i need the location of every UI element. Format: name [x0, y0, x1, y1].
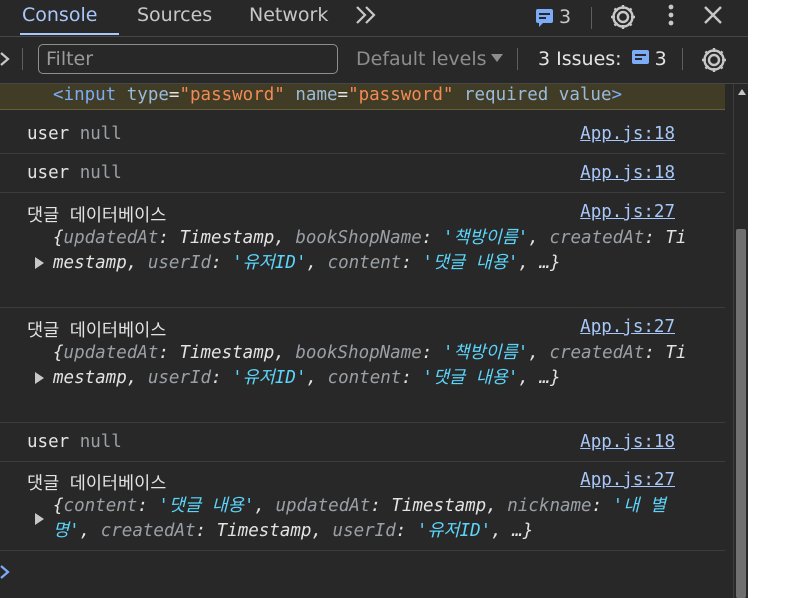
- property-key: userId: [147, 368, 212, 388]
- property-key: nickname: [507, 496, 592, 516]
- log-text: 댓글 데이터베이스: [27, 474, 167, 494]
- scrollbar-thumb[interactable]: [736, 229, 746, 598]
- property-value: '유저ID': [232, 368, 307, 388]
- tab-sources[interactable]: Sources: [137, 0, 212, 33]
- console-output: <input type="password" name="password" r…: [0, 84, 733, 598]
- filter-divider: [22, 48, 23, 70]
- property-value: Timestamp: [179, 228, 275, 248]
- expand-triangle-icon[interactable]: [35, 257, 44, 269]
- property-key: createdAt: [549, 343, 645, 363]
- issue-message-icon: [536, 9, 553, 27]
- console-message: 댓글 데이터베이스 App.js:27 {content: '댓글 내용', u…: [0, 462, 725, 551]
- property-value: '댓글 내용': [422, 368, 519, 388]
- property-value: '유저ID': [232, 253, 307, 273]
- property-value: Timestamp: [179, 343, 275, 363]
- source-link[interactable]: App.js:27: [580, 470, 675, 490]
- tab-network-label: Network: [249, 4, 329, 26]
- issues-label: 3 Issues:: [538, 48, 622, 70]
- console-message: 댓글 데이터베이스 App.js:27 {updatedAt: Timestam…: [0, 308, 725, 423]
- property-value: '유저ID': [416, 521, 492, 541]
- console-filter-bar: Default levels 3 Issues: 3: [0, 37, 748, 84]
- chevron-right-icon[interactable]: [0, 45, 14, 73]
- log-text: user null: [27, 163, 122, 183]
- object-brace: {: [53, 343, 64, 363]
- log-text: user null: [27, 124, 122, 144]
- property-value: '책방이름': [442, 343, 529, 363]
- devtools-tab-bar: Console Sources Network 3: [0, 0, 748, 37]
- property-key: updatedAt: [63, 228, 159, 248]
- issues-count: 3: [654, 48, 667, 70]
- source-link[interactable]: App.js:27: [580, 317, 675, 337]
- object-preview[interactable]: {content: '댓글 내용', updatedAt: Timestamp,…: [53, 494, 693, 544]
- filter-divider: [517, 48, 518, 70]
- property-key: content: [63, 496, 138, 516]
- console-message: user null App.js:18: [0, 116, 725, 154]
- issues-count-button[interactable]: 3 Issues: 3: [538, 48, 667, 70]
- object-preview[interactable]: {updatedAt: Timestamp, bookShopName: '책방…: [53, 226, 693, 276]
- property-key: bookShopName: [295, 343, 422, 363]
- property-key: content: [327, 368, 402, 388]
- property-value: '댓글 내용': [158, 496, 255, 516]
- double-chevron-right-icon[interactable]: [353, 0, 379, 32]
- gear-icon[interactable]: [608, 2, 638, 36]
- object-ellipsis: …}: [539, 253, 561, 273]
- object-ellipsis: …}: [512, 521, 534, 541]
- log-levels-dropdown[interactable]: Default levels: [356, 48, 503, 70]
- log-text: 댓글 데이터베이스: [27, 206, 167, 226]
- source-link[interactable]: App.js:18: [580, 163, 675, 183]
- property-value: '댓글 내용': [422, 253, 519, 273]
- scroll-up-arrow-icon[interactable]: [738, 89, 746, 95]
- devtools-panel: Console Sources Network 3 Filter Default…: [0, 0, 748, 598]
- tab-network[interactable]: Network: [249, 0, 328, 33]
- issue-message-icon: [631, 50, 649, 64]
- property-key: updatedAt: [275, 496, 371, 516]
- console-message: user null App.js:18: [0, 154, 725, 193]
- property-key: createdAt: [549, 228, 645, 248]
- chevron-right-icon[interactable]: [0, 562, 14, 582]
- console-message: user null App.js:18: [0, 423, 725, 462]
- log-text: 댓글 데이터베이스: [27, 321, 167, 341]
- close-icon[interactable]: [702, 4, 724, 30]
- issues-badge-count: 3: [559, 6, 572, 28]
- gear-icon[interactable]: [699, 45, 729, 79]
- property-key: createdAt: [100, 521, 196, 541]
- property-value: Timestamp: [216, 521, 312, 541]
- kebab-menu-icon[interactable]: [665, 3, 677, 33]
- property-key: userId: [147, 253, 212, 273]
- warning-code: <input type="password" name="password" r…: [53, 85, 623, 105]
- console-scrollbar[interactable]: [733, 84, 748, 598]
- source-link[interactable]: App.js:18: [580, 124, 675, 144]
- property-value: '책방이름': [442, 228, 529, 248]
- toolbar-divider: [591, 7, 592, 29]
- console-message: 댓글 데이터베이스 App.js:27 {updatedAt: Timestam…: [0, 193, 725, 308]
- property-value: Timestamp: [391, 496, 487, 516]
- object-ellipsis: …}: [539, 368, 561, 388]
- property-key: content: [327, 253, 402, 273]
- property-key: bookShopName: [295, 228, 422, 248]
- source-link[interactable]: App.js:18: [580, 432, 675, 452]
- object-brace: {: [53, 228, 64, 248]
- filter-input[interactable]: [38, 44, 338, 74]
- log-text: user null: [27, 432, 122, 452]
- object-preview[interactable]: {updatedAt: Timestamp, bookShopName: '책방…: [53, 341, 693, 391]
- tab-console[interactable]: Console: [20, 0, 119, 35]
- log-levels-label: Default levels: [356, 48, 487, 70]
- expand-triangle-icon[interactable]: [35, 513, 44, 525]
- filter-divider: [682, 48, 683, 70]
- caret-down-icon: [490, 54, 503, 62]
- property-key: userId: [332, 521, 396, 541]
- object-brace: {: [53, 496, 64, 516]
- source-link[interactable]: App.js:27: [580, 202, 675, 222]
- warning-message: <input type="password" name="password" r…: [0, 84, 725, 110]
- property-key: updatedAt: [63, 343, 159, 363]
- tab-console-label: Console: [22, 4, 98, 26]
- tab-sources-label: Sources: [137, 4, 213, 26]
- expand-triangle-icon[interactable]: [35, 372, 44, 384]
